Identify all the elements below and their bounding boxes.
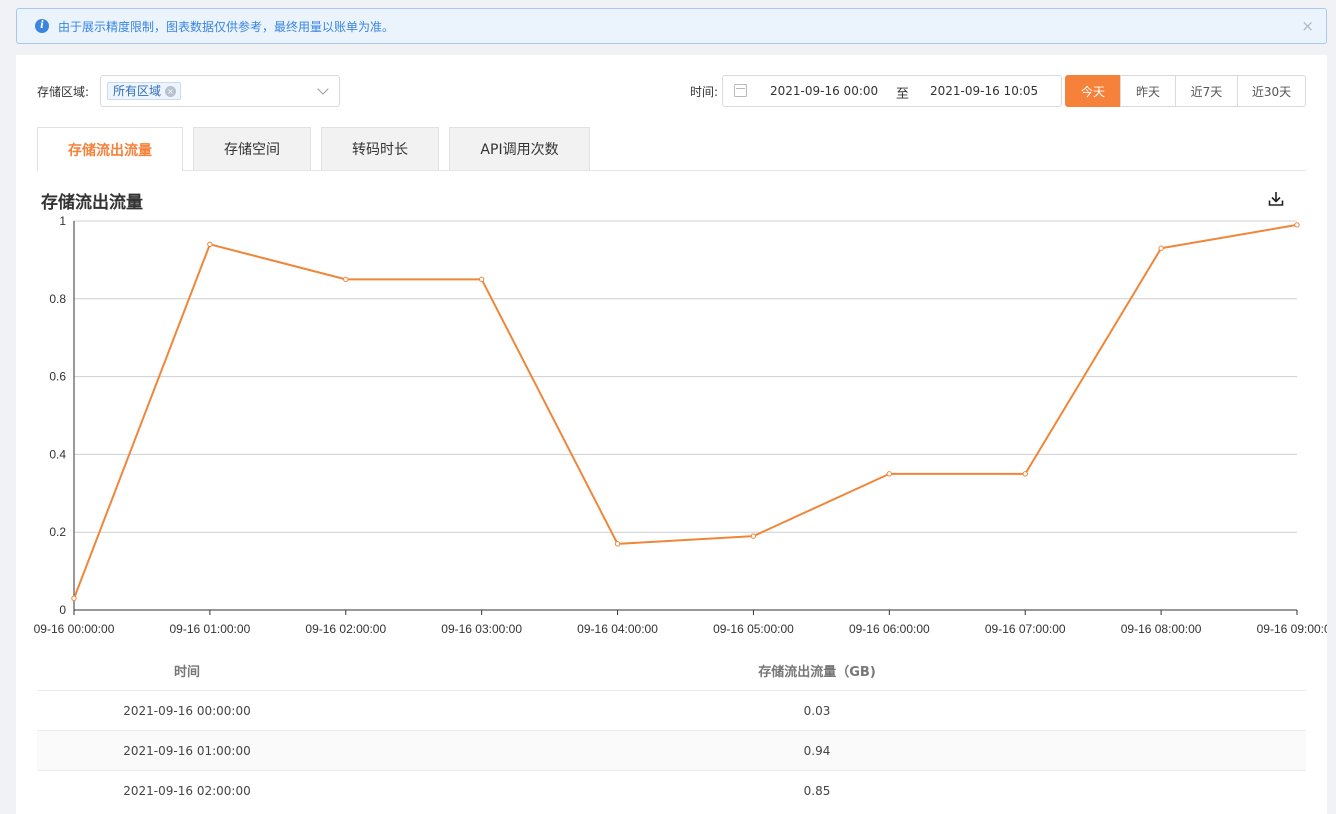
- table-row: 2021-09-16 00:00:00 0.03: [37, 690, 1306, 730]
- notice-bar: i 由于展示精度限制，图表数据仅供参考，最终用量以账单为准。 ×: [16, 8, 1327, 44]
- range-separator: 至: [896, 87, 910, 102]
- region-tag: 所有区域 ×: [107, 82, 182, 100]
- series-line: [73, 223, 1298, 599]
- info-icon: i: [35, 19, 49, 33]
- table-row: 2021-09-16 02:00:00 0.85: [37, 770, 1306, 810]
- cell-time: 2021-09-16 02:00:00: [123, 784, 251, 798]
- data-table: 时间 存储流出流量（GB) 2021-09-16 00:00:00 0.03 2…: [37, 648, 1306, 810]
- time-label: 时间:: [690, 85, 719, 99]
- range-end[interactable]: 2021-09-16 10:05: [930, 84, 1038, 98]
- cell-traffic: 0.85: [803, 784, 831, 798]
- metric-tabs: 存储流出流量 存储空间 转码时长 API调用次数: [37, 127, 1306, 171]
- calendar-icon: [734, 84, 747, 97]
- y-tick-label: 0.2: [49, 525, 66, 539]
- quick-yesterday-button[interactable]: 昨天: [1120, 75, 1176, 107]
- y-tick-label: 1: [59, 214, 66, 228]
- table-row: 2021-09-16 01:00:00 0.94: [37, 730, 1306, 770]
- data-point: [1294, 222, 1300, 228]
- cell-traffic: 0.03: [803, 704, 831, 718]
- region-tag-label: 所有区域: [113, 84, 162, 98]
- data-point: [886, 471, 893, 477]
- x-tick-label: 09-16 05:00:00: [713, 622, 794, 635]
- header-traffic: 存储流出流量（GB): [758, 665, 876, 680]
- quick-range-group: 今天 昨天 近7天 近30天: [1065, 75, 1306, 107]
- data-point: [71, 595, 77, 602]
- region-select[interactable]: 所有区域 ×: [100, 75, 340, 107]
- table-header: 时间 存储流出流量（GB): [37, 648, 1306, 690]
- chevron-down-icon[interactable]: [317, 83, 329, 95]
- y-tick-label: 0.6: [49, 370, 66, 384]
- x-tick-label: 09-16 04:00:00: [577, 622, 658, 635]
- cell-traffic: 0.94: [803, 744, 831, 758]
- x-tick-label: 09-16 08:00:00: [1121, 622, 1202, 635]
- tag-close-icon[interactable]: ×: [165, 85, 177, 97]
- x-tick-label: 09-16 00:00:00: [34, 622, 115, 635]
- date-range-picker[interactable]: 2021-09-16 00:00 至 2021-09-16 10:05: [722, 75, 1062, 107]
- quick-7days-button[interactable]: 近7天: [1175, 75, 1238, 107]
- data-point: [478, 276, 485, 283]
- y-tick-label: 0.8: [49, 292, 66, 306]
- range-start[interactable]: 2021-09-16 00:00: [770, 84, 878, 98]
- data-point: [207, 241, 213, 248]
- notice-text: 由于展示精度限制，图表数据仅供参考，最终用量以账单为准。: [58, 20, 395, 34]
- tab-transcode-duration[interactable]: 转码时长: [321, 127, 439, 170]
- tab-egress-traffic[interactable]: 存储流出流量: [37, 127, 183, 171]
- data-point: [750, 533, 757, 539]
- region-label: 存储区域:: [37, 85, 90, 99]
- y-tick-label: 0: [59, 603, 66, 617]
- main-card: 存储区域: 所有区域 × 时间: 2021-09-16 00:00 至 2021…: [16, 55, 1327, 814]
- line-chart: 0 0.2 0.4 0.6 0.8 1 09-16 00:00:00 09-16 01:00:…: [34, 214, 1327, 635]
- data-point: [614, 541, 621, 547]
- y-tick-label: 0.4: [49, 447, 66, 461]
- x-tick-label: 09-16 09:00:00: [1257, 622, 1327, 635]
- x-tick-label: 09-16 06:00:00: [849, 622, 930, 635]
- tab-storage-space[interactable]: 存储空间: [193, 127, 311, 170]
- quick-30days-button[interactable]: 近30天: [1237, 75, 1306, 107]
- x-tick-label: 09-16 07:00:00: [985, 622, 1066, 635]
- quick-today-button[interactable]: 今天: [1065, 75, 1121, 107]
- close-icon[interactable]: ×: [1301, 17, 1314, 35]
- data-point: [1022, 471, 1028, 477]
- tab-api-calls[interactable]: API调用次数: [449, 127, 590, 170]
- cell-time: 2021-09-16 01:00:00: [123, 744, 251, 758]
- data-point: [343, 276, 349, 283]
- x-tick-label: 09-16 02:00:00: [305, 622, 386, 635]
- cell-time: 2021-09-16 00:00:00: [123, 704, 251, 718]
- data-point: [1158, 245, 1164, 251]
- header-time: 时间: [173, 665, 200, 680]
- x-tick-label: 09-16 03:00:00: [441, 622, 522, 635]
- x-tick-label: 09-16 01:00:00: [170, 622, 251, 635]
